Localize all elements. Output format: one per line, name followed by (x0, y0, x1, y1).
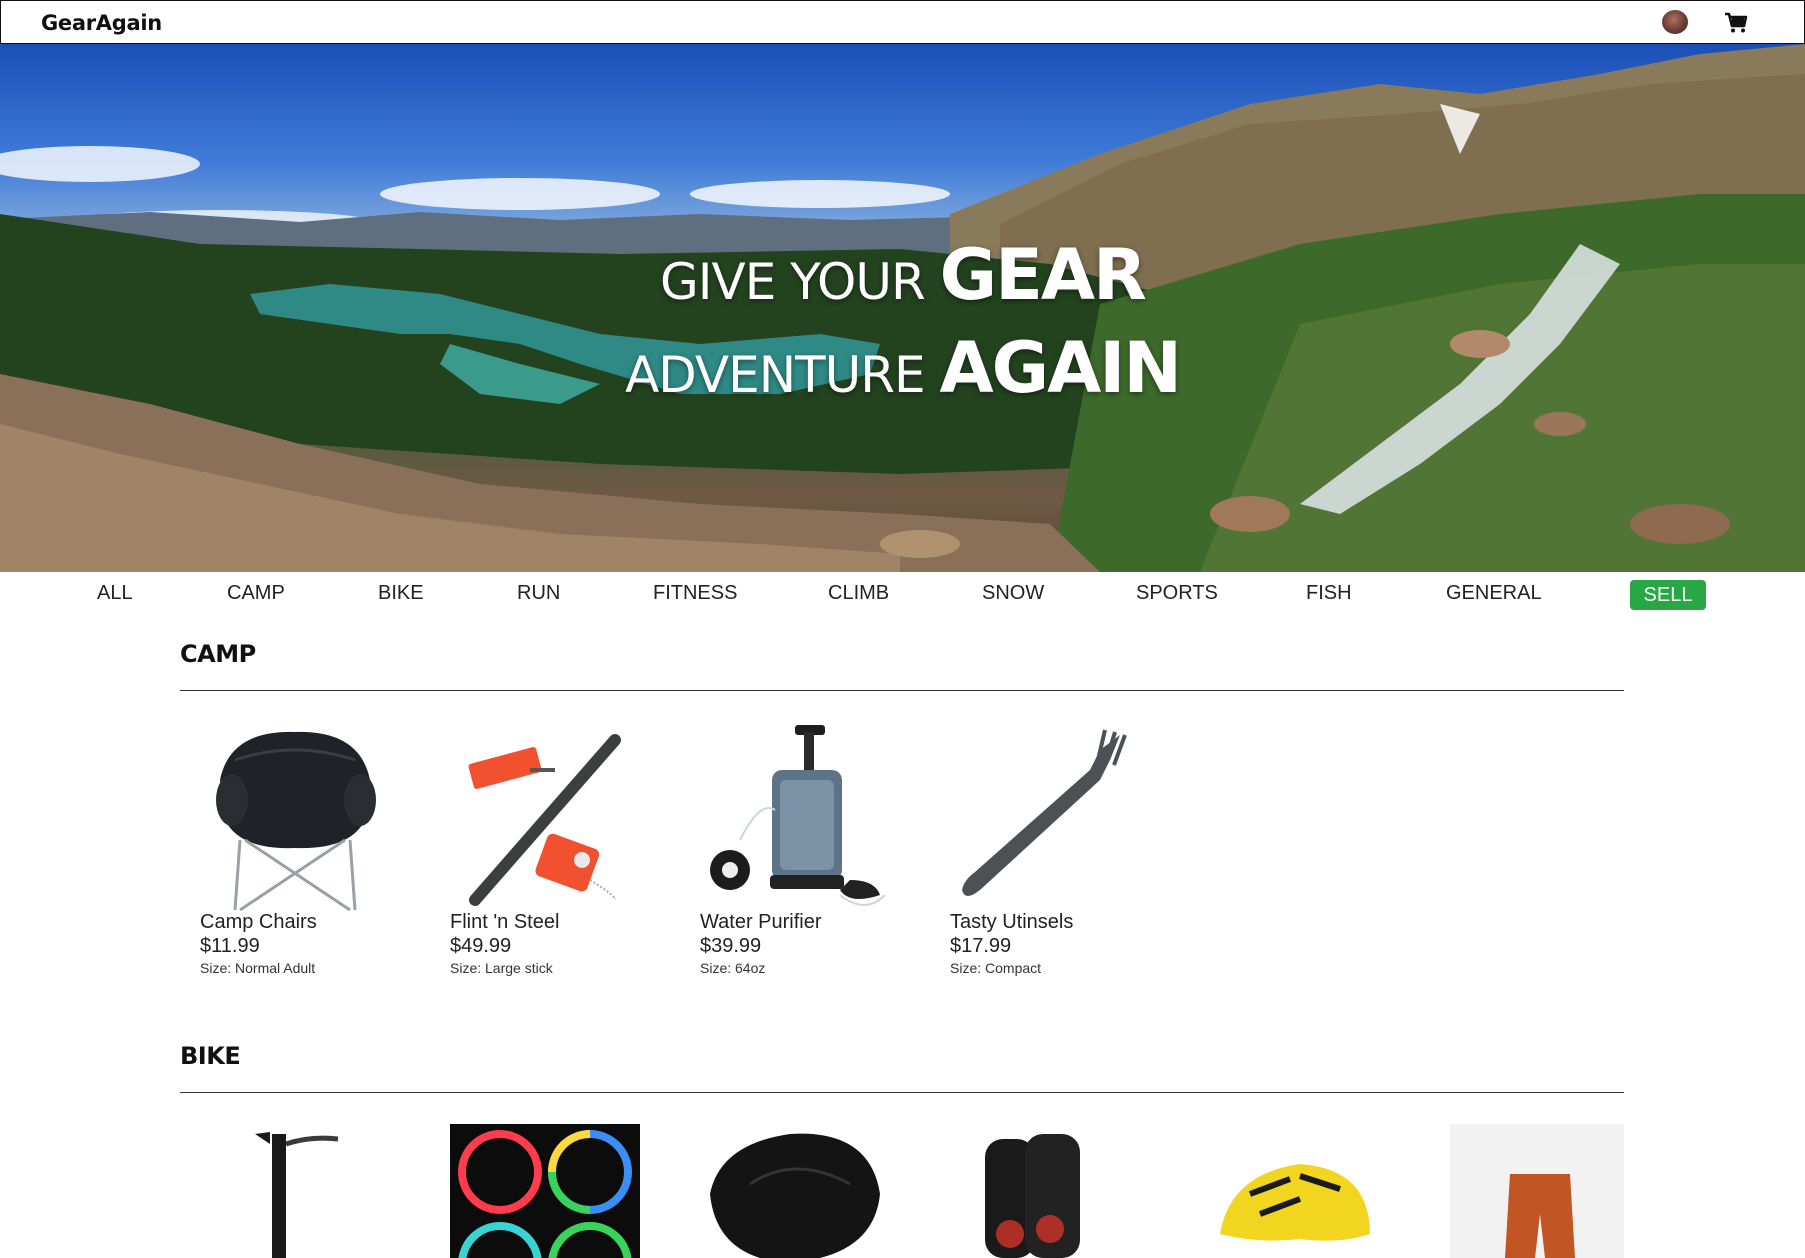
bike-shorts-image[interactable] (1450, 1124, 1624, 1258)
top-navbar: GearAgain (0, 0, 1805, 44)
category-climb[interactable]: CLIMB (828, 582, 889, 605)
product-price: $49.99 (450, 935, 512, 957)
product-price: $11.99 (200, 935, 260, 957)
category-sports[interactable]: SPORTS (1136, 582, 1218, 605)
camp-chair-image (200, 720, 390, 912)
water-purifier-image (700, 720, 890, 910)
category-fitness[interactable]: FITNESS (653, 582, 737, 605)
section-divider (180, 690, 1624, 691)
cart-icon[interactable] (1724, 12, 1748, 34)
section-title-bike: BIKE (180, 1042, 241, 1070)
category-run[interactable]: RUN (517, 582, 560, 605)
hero-headline-light-1: GIVE YOUR (660, 253, 940, 311)
helmet-image[interactable] (1200, 1124, 1390, 1258)
sell-button[interactable]: SELL (1630, 580, 1706, 610)
user-avatar[interactable] (1662, 10, 1688, 34)
section-title-camp: CAMP (180, 640, 256, 668)
product-size: Size: Normal Adult (200, 960, 316, 976)
hero-banner: GIVE YOUR GEAR ADVENTURE AGAIN (0, 44, 1805, 572)
hero-headline-line-1: GIVE YOUR GEAR (0, 234, 1805, 316)
category-general[interactable]: GENERAL (1446, 582, 1542, 605)
spork-image (950, 720, 1140, 910)
hero-headline-line-2: ADVENTURE AGAIN (0, 327, 1805, 409)
flint-steel-image (450, 720, 640, 910)
product-card-water-purifier[interactable]: Water Purifier $39.99 Size: 64oz (700, 720, 900, 978)
product-price: $17.99 (950, 935, 1012, 957)
knee-pads-image[interactable] (950, 1124, 1140, 1258)
category-nav: ALL CAMP BIKE RUN FITNESS CLIMB SNOW SPO… (0, 572, 1805, 618)
product-size: Size: Compact (950, 960, 1042, 976)
product-card-camp-chairs[interactable]: Camp Chairs $11.99 Size: Normal Adult (200, 720, 400, 978)
category-snow[interactable]: SNOW (982, 582, 1044, 605)
brand-logo[interactable]: GearAgain (41, 11, 162, 35)
category-fish[interactable]: FISH (1306, 582, 1352, 605)
category-camp[interactable]: CAMP (227, 582, 285, 605)
product-card-flint-steel[interactable]: Flint 'n Steel $49.99 Size: Large stick (450, 720, 650, 978)
product-size: Size: 64oz (700, 960, 766, 976)
hero-headline-bold-2: AGAIN (939, 327, 1181, 409)
product-price: $39.99 (700, 935, 762, 957)
section-divider (180, 1092, 1624, 1093)
product-card-tasty-utinsels[interactable]: Tasty Utinsels $17.99 Size: Compact (950, 720, 1150, 978)
hero-headline-light-2: ADVENTURE (625, 346, 940, 404)
bike-saddle-image[interactable] (700, 1124, 890, 1258)
product-size: Size: Large stick (450, 960, 553, 976)
wheel-lights-image[interactable] (450, 1124, 640, 1258)
bike-pump-image[interactable] (200, 1124, 390, 1258)
hero-headline-bold-1: GEAR (939, 234, 1147, 316)
category-bike[interactable]: BIKE (378, 582, 424, 605)
category-all[interactable]: ALL (97, 582, 133, 605)
